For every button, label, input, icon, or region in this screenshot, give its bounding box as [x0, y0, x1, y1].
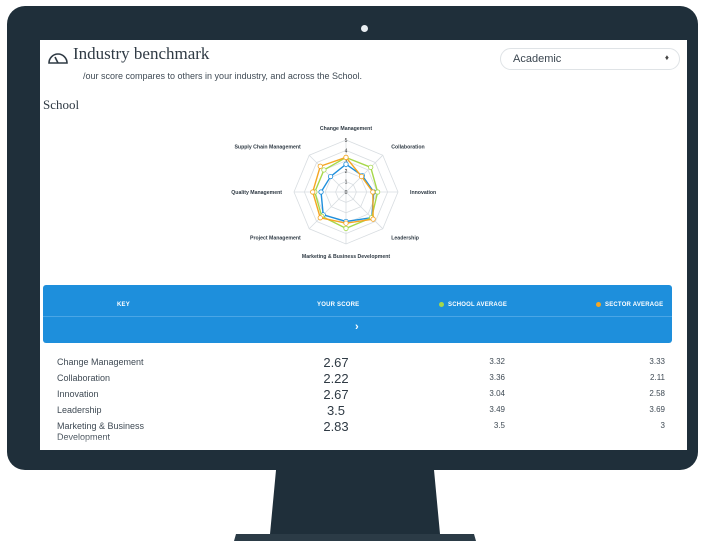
row-sector-average: 3 — [660, 421, 665, 430]
row-sector-average: 3.69 — [649, 405, 665, 414]
row-label: Leadership — [57, 405, 102, 415]
radar-series-0-line — [320, 163, 375, 223]
radar-point — [368, 164, 374, 170]
radar-point — [375, 189, 381, 195]
radar-tick-label: 4 — [345, 148, 348, 154]
page-title: Industry benchmark — [73, 44, 210, 63]
row-sector-average: 2.58 — [649, 389, 665, 398]
row-your-score: 2.67 — [323, 355, 349, 370]
radar-point — [343, 220, 349, 226]
key-your-score: YOUR SCORE — [308, 302, 359, 308]
scroll-fade — [40, 436, 687, 450]
key-school-average: SCHOOL AVERAGE — [439, 302, 507, 308]
radar-point — [317, 163, 323, 169]
key-label: KEY — [117, 302, 130, 308]
key-your-score-label: YOUR SCORE — [317, 302, 360, 309]
key-sector-average: SECTOR AVERAGE — [596, 302, 663, 308]
row-school-average: 3.5 — [493, 421, 505, 430]
sector-select-value: Academic — [513, 53, 562, 65]
next-arrow-icon[interactable]: › — [355, 321, 359, 333]
radar-point — [321, 167, 327, 173]
radar-point — [343, 154, 349, 160]
row-school-average: 3.49 — [489, 405, 505, 414]
key-school-average-label: SCHOOL AVERAGE — [448, 302, 508, 309]
row-school-average: 3.04 — [489, 389, 505, 398]
radar-point — [343, 225, 349, 232]
key-divider — [43, 316, 672, 317]
radar-point — [317, 215, 323, 221]
select-caret-icon: ♦ — [664, 53, 669, 62]
table-row: Marketing & Business Development2.833.53 — [40, 419, 687, 442]
radar-point — [370, 189, 376, 195]
radar-axis-label: Project Management — [250, 235, 301, 241]
radar-axis-label: Leadership — [391, 235, 419, 241]
row-school-average: 3.36 — [489, 373, 505, 382]
radar-axis-label: Innovation — [410, 190, 436, 196]
page-header: Industry benchmark Academic ♦ — [40, 40, 687, 74]
school-average-dot — [439, 302, 444, 307]
row-label: Change Management — [57, 357, 144, 367]
radar-point — [358, 173, 365, 180]
monitor-bezel: Industry benchmark Academic ♦ /our score… — [7, 6, 698, 470]
key-bar: KEY YOUR SCORE SCHOOL AVERAGE SECTOR AVE… — [43, 285, 672, 343]
gauge-icon — [48, 53, 68, 64]
sector-average-dot — [596, 302, 601, 307]
radar-chart: 012345Change ManagementCollaborationInno… — [231, 126, 436, 260]
radar-tick-label: 5 — [345, 138, 348, 144]
your-score-dot — [308, 302, 313, 307]
radar-tick-label: 2 — [345, 169, 348, 175]
radar-tick-label: 0 — [345, 190, 348, 196]
section-title: School — [43, 97, 80, 112]
row-your-score: 2.22 — [323, 371, 349, 386]
row-sector-average: 2.11 — [650, 373, 665, 382]
page-subtitle: /our score compares to others in your in… — [83, 71, 362, 81]
row-label: Innovation — [57, 389, 99, 399]
sector-select[interactable]: Academic ♦ — [500, 48, 680, 70]
row-your-score: 2.83 — [323, 419, 349, 434]
row-sector-average: 3.33 — [649, 357, 665, 366]
radar-point — [327, 173, 334, 180]
row-your-score: 2.67 — [323, 387, 349, 402]
row-label: Collaboration — [57, 373, 111, 383]
webcam-dot — [361, 25, 368, 32]
radar-tick-label: 1 — [345, 180, 348, 186]
key-sector-average-label: SECTOR AVERAGE — [605, 302, 664, 309]
row-your-score: 3.5 — [326, 403, 346, 418]
radar-axis-label: Change Management — [320, 126, 372, 132]
radar-point — [310, 189, 316, 195]
radar-point — [370, 216, 376, 222]
radar-axis-label: Marketing & Business Development — [302, 254, 390, 260]
radar-axis-label: Collaboration — [391, 145, 424, 151]
radar-axis-label: Supply Chain Management — [234, 145, 301, 151]
radar-point — [343, 161, 349, 167]
radar-axis-label: Quality Management — [231, 190, 282, 196]
row-school-average: 3.32 — [489, 357, 505, 366]
radar-point — [318, 189, 324, 195]
screen: Industry benchmark Academic ♦ /our score… — [40, 40, 687, 450]
